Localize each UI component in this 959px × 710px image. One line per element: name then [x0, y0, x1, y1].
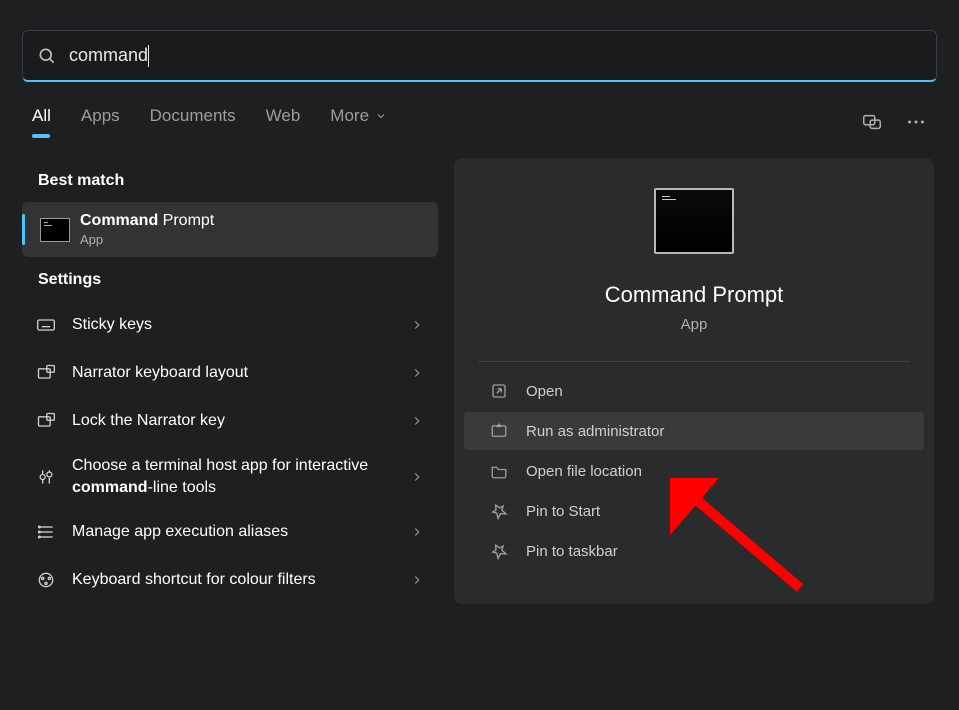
settings-item[interactable]: Manage app execution aliases	[22, 508, 438, 556]
action-open[interactable]: Open	[464, 372, 924, 410]
chevron-right-icon	[410, 470, 424, 484]
settings-item-label: Lock the Narrator key	[72, 410, 396, 432]
action-label: Open	[526, 383, 563, 400]
tab-web[interactable]: Web	[266, 106, 301, 138]
tab-apps[interactable]: Apps	[81, 106, 120, 138]
command-prompt-icon	[40, 218, 70, 242]
search-input-value: command	[69, 45, 148, 66]
best-match-title-rest: Prompt	[158, 212, 214, 229]
best-match-title: Command Prompt	[80, 212, 214, 230]
chevron-down-icon	[375, 110, 387, 122]
settings-item-label: Keyboard shortcut for colour filters	[72, 569, 396, 591]
details-pane: Command Prompt App Open Run as administra…	[454, 158, 934, 604]
aliases-icon	[36, 522, 58, 542]
action-label: Pin to taskbar	[526, 543, 618, 560]
keyboard-icon	[36, 315, 58, 335]
tab-documents[interactable]: Documents	[150, 106, 236, 138]
search-box[interactable]: command	[22, 30, 937, 82]
chevron-right-icon	[410, 573, 424, 587]
chevron-right-icon	[410, 525, 424, 539]
command-prompt-large-icon	[654, 188, 734, 254]
action-label: Run as administrator	[526, 423, 664, 440]
best-match-heading: Best match	[22, 158, 438, 202]
settings-item[interactable]: Choose a terminal host app for interacti…	[22, 445, 438, 508]
tab-all[interactable]: All	[32, 106, 51, 138]
action-pin-to-taskbar[interactable]: Pin to taskbar	[464, 532, 924, 570]
admin-icon	[490, 422, 508, 440]
keyboard-shortcut-icon	[36, 570, 58, 590]
action-label: Open file location	[526, 463, 642, 480]
action-pin-to-start[interactable]: Pin to Start	[464, 492, 924, 530]
action-run-as-administrator[interactable]: Run as administrator	[464, 412, 924, 450]
open-icon	[490, 382, 508, 400]
settings-item[interactable]: Narrator keyboard layout	[22, 349, 438, 397]
chevron-right-icon	[410, 318, 424, 332]
divider	[478, 361, 910, 362]
settings-item-label: Narrator keyboard layout	[72, 362, 396, 384]
settings-item-label: Choose a terminal host app for interacti…	[72, 455, 396, 498]
folder-icon	[490, 462, 508, 480]
search-icon	[37, 46, 57, 66]
pin-start-icon	[490, 502, 508, 520]
action-label: Pin to Start	[526, 503, 600, 520]
more-icon[interactable]	[905, 111, 927, 133]
settings-item[interactable]: Sticky keys	[22, 301, 438, 349]
text-caret	[148, 45, 149, 67]
best-match-subtitle: App	[80, 232, 214, 247]
settings-item[interactable]: Lock the Narrator key	[22, 397, 438, 445]
terminal-choose-icon	[36, 467, 58, 487]
chevron-right-icon	[410, 366, 424, 380]
details-title: Command Prompt	[605, 282, 784, 308]
settings-item[interactable]: Keyboard shortcut for colour filters	[22, 556, 438, 604]
tab-more[interactable]: More	[330, 106, 387, 138]
chevron-right-icon	[410, 414, 424, 428]
action-open-file-location[interactable]: Open file location	[464, 452, 924, 490]
settings-item-label: Sticky keys	[72, 314, 396, 336]
filter-tabs: All Apps Documents Web More	[32, 106, 387, 138]
narrator-lock-icon	[36, 411, 58, 431]
settings-item-label: Manage app execution aliases	[72, 521, 396, 543]
narrator-icon	[36, 363, 58, 383]
settings-heading: Settings	[22, 257, 438, 301]
best-match-title-bold: Command	[80, 212, 158, 229]
details-subtitle: App	[681, 316, 708, 333]
pin-taskbar-icon	[490, 542, 508, 560]
chat-icon[interactable]	[861, 111, 883, 133]
best-match-result[interactable]: Command Prompt App	[22, 202, 438, 257]
